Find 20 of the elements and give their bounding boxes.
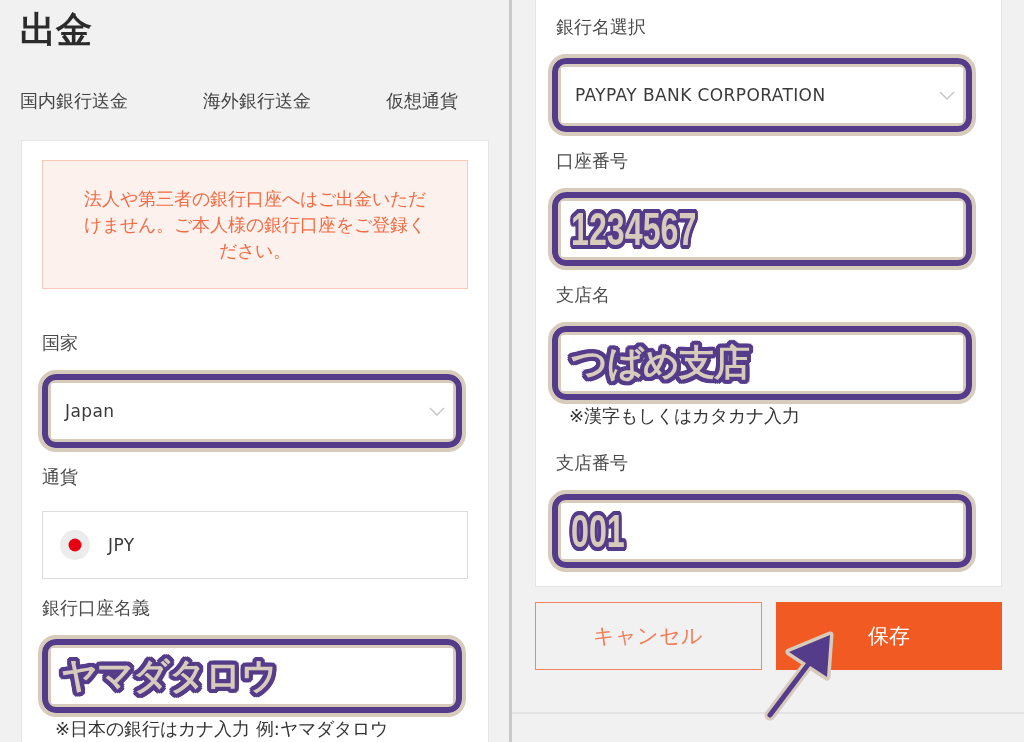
warning-notice: 法人や第三者の銀行口座へはご出金いただけません。ご本人様の銀行口座をご登録ください。 (42, 160, 468, 289)
hint-text: ※日本の銀行はカナ入力 例:ヤマダタロウ (55, 717, 388, 741)
chevron-down-icon (429, 406, 445, 416)
chevron-down-icon (939, 90, 955, 100)
currency-field[interactable]: JPY (42, 511, 468, 579)
field-label: 通貨 (42, 465, 78, 489)
field-label: 銀行口座名義 (42, 596, 150, 620)
tab[interactable]: 海外銀行送金 (203, 88, 311, 114)
page-title: 出金 (20, 8, 92, 52)
flag-icon (60, 530, 90, 560)
field-label: 銀行名選択 (556, 15, 646, 39)
field-label: 支店番号 (556, 451, 628, 475)
hint-text: ※漢字もしくはカタカナ入力 (569, 404, 801, 428)
field-label: 口座番号 (556, 149, 628, 173)
select-field[interactable]: Japan (51, 383, 453, 439)
tab[interactable]: 国内銀行送金 (20, 88, 128, 114)
tab[interactable]: 仮想通貨 (386, 88, 458, 114)
field-label: 国家 (42, 331, 78, 355)
select-field[interactable]: PAYPAY BANK CORPORATION (561, 67, 963, 123)
field-label: 支店名 (556, 283, 610, 307)
